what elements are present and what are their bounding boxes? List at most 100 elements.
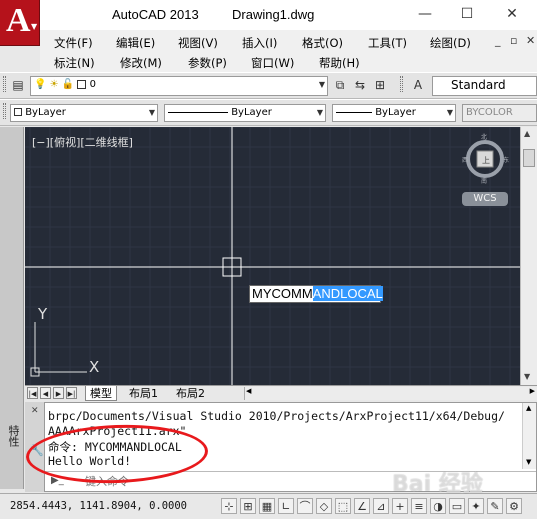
scroll-up-icon[interactable]: ▲ (524, 129, 530, 138)
command-history-line: AAAArxProject11.arx" (48, 424, 187, 438)
coordinate-readout[interactable]: 2854.4443, 1141.8904, 0.0000 (10, 500, 187, 512)
object-snap-icon[interactable]: ◇ (316, 498, 332, 514)
compass-north[interactable]: 北 (481, 133, 487, 141)
menu-help[interactable]: 帮助(H) (319, 55, 360, 71)
menu-format[interactable]: 格式(O) (302, 35, 343, 51)
status-bar: 2854.4443, 1141.8904, 0.0000 ⊹ ⊞ ▦ ∟ ⌒ ◇… (0, 493, 537, 519)
tab-layout2[interactable]: 布局2 (172, 386, 209, 401)
color-combo[interactable]: ByLayer ▼ (10, 104, 158, 122)
toolbar-grip[interactable] (400, 76, 403, 92)
workspace-icon[interactable]: ⚙ (506, 498, 522, 514)
properties-palette-strip[interactable]: 特性 (0, 127, 24, 489)
next-tab-icon[interactable]: ▶ (53, 387, 64, 399)
scrollbar-thumb[interactable] (523, 149, 535, 167)
drawing-area[interactable]: Y X 上 北 南 东 西 (25, 127, 520, 385)
dynamic-ucs-icon[interactable]: ⊿ (373, 498, 389, 514)
scroll-left-icon[interactable]: ◀ (246, 387, 251, 395)
viewcube[interactable]: 上 北 南 东 西 (462, 133, 509, 185)
grid (25, 127, 520, 385)
annotation-monitor-icon[interactable]: ✎ (487, 498, 503, 514)
viewport-controls-label[interactable]: [−][俯视][二维线框] (32, 134, 133, 150)
menu-insert[interactable]: 插入(I) (242, 35, 277, 51)
linetype-combo[interactable]: ByLayer ▼ (164, 104, 326, 122)
doc-minimize-button[interactable]: _ (495, 34, 501, 47)
canvas-vertical-scrollbar[interactable]: ▲ ▼ (520, 127, 537, 385)
layer-properties-icon[interactable]: ▤ (10, 77, 26, 93)
first-tab-icon[interactable]: |◀ (27, 387, 38, 399)
properties-palette-label: 特性 (7, 425, 20, 447)
infer-constraints-icon[interactable]: ⊹ (221, 498, 237, 514)
command-window-scrollbar[interactable]: ▲ ▼ (522, 403, 536, 469)
command-history-line: brpc/Documents/Visual Studio 2010/Projec… (48, 409, 505, 423)
menu-modify[interactable]: 修改(M) (120, 55, 162, 71)
maximize-button[interactable]: ☐ (453, 4, 481, 24)
menu-window[interactable]: 窗口(W) (251, 55, 294, 71)
linetype-preview (168, 111, 228, 113)
drawing-canvas[interactable]: Y X 上 北 南 东 西 (25, 127, 520, 385)
lineweight-combo[interactable]: ByLayer ▼ (332, 104, 456, 122)
menu-parametric[interactable]: 参数(P) (188, 55, 227, 71)
scroll-right-icon[interactable]: ▶ (530, 387, 535, 395)
command-input-row: ▶_ (45, 471, 536, 491)
layout-tabs-bar: |◀ ◀ ▶ ▶| 模型 布局1 布局2 ◀ ▶ (25, 385, 537, 401)
dynamic-input-icon[interactable]: + (392, 498, 408, 514)
chevron-down-icon: ▼ (316, 108, 323, 117)
dynamic-input-typed: MYCOMM (252, 286, 313, 301)
command-prompt-icon[interactable]: ▶_ (51, 475, 64, 486)
ucs-y-label: Y (37, 305, 48, 323)
title-bar: AutoCAD 2013 Drawing1.dwg — ☐ ✕ (0, 0, 537, 30)
canvas-horizontal-scrollbar[interactable]: ◀ ▶ (244, 387, 537, 400)
snap-mode-icon[interactable]: ⊞ (240, 498, 256, 514)
otrack-icon[interactable]: ∠ (354, 498, 370, 514)
tab-layout1[interactable]: 布局1 (125, 386, 162, 401)
menu-dimension[interactable]: 标注(N) (54, 55, 95, 71)
lineweight-icon[interactable]: ≡ (411, 498, 427, 514)
wrench-icon[interactable]: 🔧 (30, 444, 44, 457)
prev-tab-icon[interactable]: ◀ (40, 387, 51, 399)
layer-states-icon[interactable]: ⧉ (332, 77, 348, 93)
selection-cycling-icon[interactable]: ✦ (468, 498, 484, 514)
menu-edit[interactable]: 编辑(E) (116, 35, 155, 51)
menu-file[interactable]: 文件(F) (54, 35, 93, 51)
toolbar-grip[interactable] (3, 103, 6, 119)
close-icon[interactable]: ✕ (31, 406, 39, 416)
transparency-icon[interactable]: ◑ (430, 498, 446, 514)
doc-restore-button[interactable]: ▫ (510, 34, 517, 47)
ortho-mode-icon[interactable]: ∟ (278, 498, 294, 514)
layer-lock-icon: 🔓 (61, 79, 75, 90)
command-input[interactable] (85, 474, 465, 489)
doc-close-button[interactable]: ✕ (526, 34, 535, 47)
scroll-down-icon[interactable]: ▼ (526, 458, 531, 466)
ucs-icon[interactable]: Y X (30, 305, 99, 377)
minimize-button[interactable]: — (411, 4, 439, 24)
plotstyle-combo: BYCOLOR (462, 104, 537, 122)
menu-draw[interactable]: 绘图(D) (430, 35, 471, 51)
application-menu-button[interactable]: A ▼ (0, 0, 40, 46)
wcs-menu[interactable]: WCS (462, 192, 508, 206)
compass-south[interactable]: 南 (481, 177, 487, 185)
command-window-handle[interactable]: ✕ 🔧 (25, 402, 45, 492)
menu-view[interactable]: 视图(V) (178, 35, 218, 51)
last-tab-icon[interactable]: ▶| (66, 387, 77, 399)
scroll-down-icon[interactable]: ▼ (524, 372, 530, 381)
menu-tools[interactable]: 工具(T) (368, 35, 407, 51)
make-current-icon[interactable]: ⇆ (352, 77, 368, 93)
3d-osnap-icon[interactable]: ⬚ (335, 498, 351, 514)
command-history-line: Hello World! (48, 454, 132, 468)
text-style-combo[interactable]: Standard (432, 76, 537, 96)
compass-west[interactable]: 西 (462, 157, 468, 164)
dynamic-input-tooltip: MYCOMMANDLOCAL (249, 285, 383, 303)
polar-tracking-icon[interactable]: ⌒ (297, 498, 313, 514)
layer-color-swatch (77, 79, 87, 89)
grid-display-icon[interactable]: ▦ (259, 498, 275, 514)
close-button[interactable]: ✕ (498, 4, 526, 24)
tab-model[interactable]: 模型 (85, 386, 117, 401)
layer-thaw-icon: ☀ (49, 79, 59, 90)
layer-previous-icon[interactable]: ⊞ (372, 77, 388, 93)
layer-combo[interactable]: 💡 ☀ 🔓 0 ▼ (30, 76, 328, 96)
compass-east[interactable]: 东 (503, 156, 509, 164)
scroll-up-icon[interactable]: ▲ (526, 404, 531, 412)
text-style-icon[interactable]: A (410, 77, 426, 93)
toolbar-grip[interactable] (3, 76, 6, 92)
quick-properties-icon[interactable]: ▭ (449, 498, 465, 514)
